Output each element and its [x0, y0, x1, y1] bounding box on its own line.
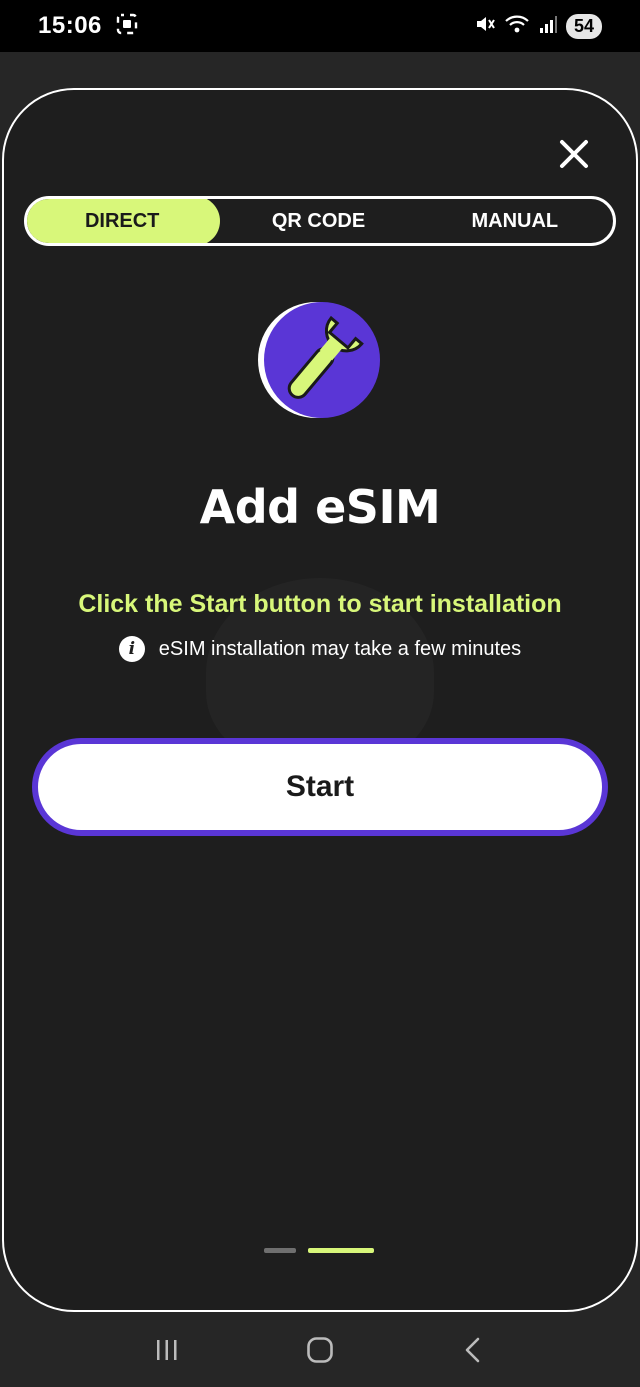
mute-icon [474, 13, 496, 40]
page-dot-2 [308, 1248, 374, 1253]
back-button[interactable] [443, 1325, 503, 1375]
page-indicator [264, 1248, 374, 1253]
wifi-icon [504, 13, 530, 40]
page-title: Add eSIM [199, 480, 441, 534]
back-icon [466, 1337, 480, 1362]
wrench-icon [258, 296, 384, 422]
home-button[interactable] [290, 1325, 350, 1375]
status-bar: 15:06 54 [0, 0, 640, 52]
status-time: 15:06 [38, 12, 102, 39]
screenshot-icon [116, 13, 138, 40]
signal-icon [538, 13, 558, 40]
close-button[interactable] [552, 132, 596, 176]
home-icon [307, 1336, 333, 1363]
page-dot-1 [264, 1248, 296, 1253]
installation-note: i eSIM installation may take a few minut… [0, 636, 640, 662]
note-text: eSIM installation may take a few minutes [158, 637, 522, 660]
tab-direct[interactable]: DIRECT [27, 199, 221, 243]
close-icon [560, 140, 588, 168]
recents-icon [156, 1339, 177, 1360]
start-button[interactable]: Start [32, 738, 608, 836]
install-method-tabs: DIRECT QR CODE MANUAL [24, 196, 616, 246]
system-nav-bar [0, 1312, 640, 1387]
recents-button[interactable] [137, 1325, 197, 1375]
info-icon: i [118, 636, 145, 662]
tab-manual[interactable]: MANUAL [417, 199, 613, 243]
battery-indicator: 54 [565, 13, 602, 39]
instruction-text: Click the Start button to start installa… [78, 590, 562, 618]
tab-qr-code[interactable]: QR CODE [220, 199, 416, 243]
